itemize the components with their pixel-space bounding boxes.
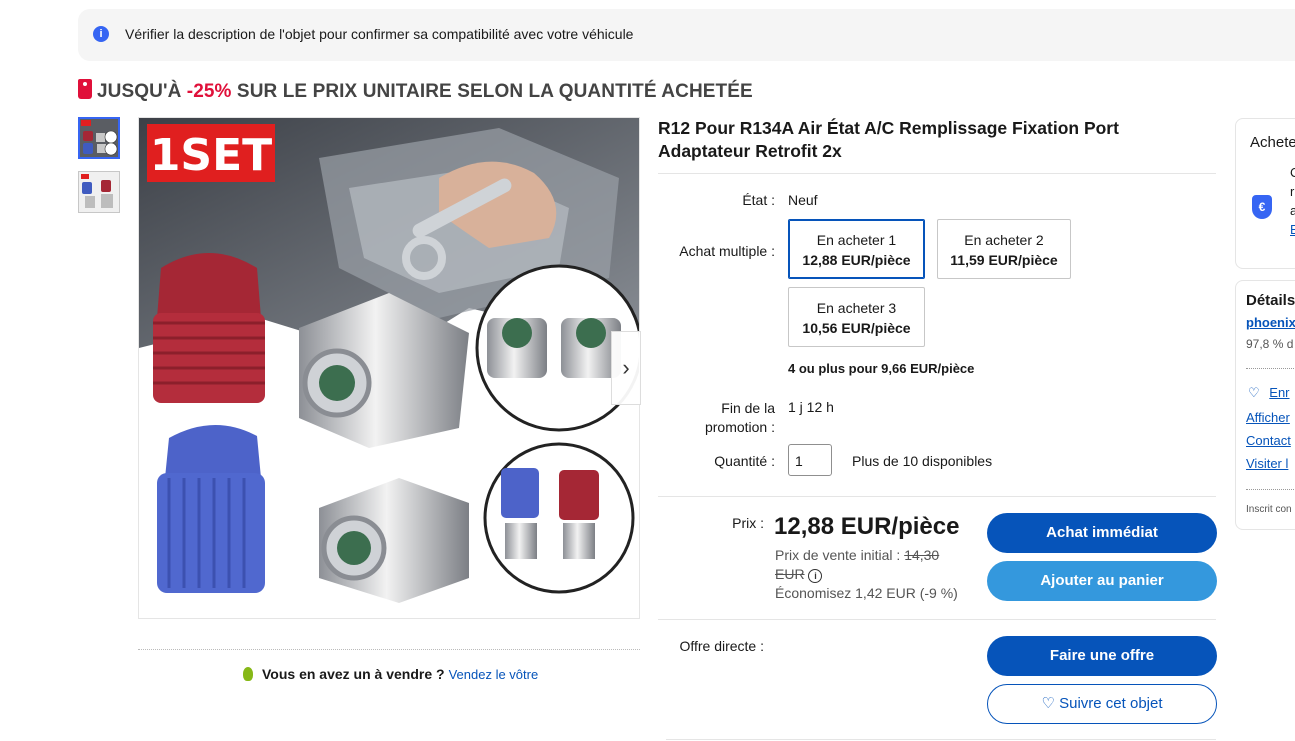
buyer-protection-line2: r <box>1290 184 1295 199</box>
visit-store-link[interactable]: Visiter l <box>1246 456 1288 471</box>
thumbnail-2[interactable] <box>78 171 120 213</box>
contact-seller-link[interactable]: Contact <box>1246 433 1291 448</box>
sell-question: Vous en avez un à vendre ? <box>262 666 445 682</box>
seller-name-link[interactable]: phoenix <box>1246 315 1295 330</box>
promo-suffix: SUR LE PRIX UNITAIRE SELON LA QUANTITÉ A… <box>231 81 753 102</box>
sell-prompt: Vous en avez un à vendre ? Vendez le vôtr… <box>243 666 538 682</box>
multibuy-option-3-qty: En acheter 3 <box>816 300 897 316</box>
initial-price-currency: EUR <box>775 566 805 582</box>
promo-headline: JUSQU'À -25% SUR LE PRIX UNITAIRE SELON … <box>78 79 753 103</box>
initial-price: Prix de vente initial : 14,30 EUR i <box>775 546 975 584</box>
buyer-protection-text: C r a E <box>1290 163 1295 239</box>
promo-end-value: 1 j 12 h <box>788 399 834 415</box>
chevron-right-icon: › <box>622 355 630 380</box>
buyer-protection-line1: C <box>1290 165 1295 180</box>
next-image-button[interactable]: › <box>611 331 641 405</box>
multibuy-option-1-qty: En acheter 1 <box>816 232 897 248</box>
promo-percent: -25% <box>186 81 232 102</box>
promo-end-label-line2: promotion : <box>704 419 775 435</box>
thumbnail-1-image <box>80 119 118 157</box>
seller-rating: 97,8 % d <box>1246 337 1294 351</box>
info-icon: i <box>93 26 109 42</box>
info-icon[interactable]: i <box>808 569 823 583</box>
quantity-input[interactable]: 1 <box>788 444 832 476</box>
promo-end-label: Fin de la promotion : <box>658 399 775 437</box>
buy-now-button[interactable]: Achat immédiat <box>987 513 1217 553</box>
price-value: 12,88 EUR/pièce <box>774 513 960 540</box>
make-offer-button[interactable]: Faire une offre <box>987 636 1217 676</box>
save-seller[interactable]: ♡ Enr <box>1248 385 1290 401</box>
compatibility-banner: i Vérifier la description de l'objet pou… <box>78 9 1295 61</box>
banner-text: Vérifier la description de l'objet pour … <box>125 26 634 42</box>
savings: Économisez 1,42 EUR (-9 %) <box>775 585 958 601</box>
multibuy-option-2-qty: En acheter 2 <box>964 232 1044 248</box>
save-seller-label: Enr <box>1269 385 1290 400</box>
member-since: Inscrit con <box>1246 504 1292 515</box>
multibuy-option-2-price: 11,59 EUR/pièce <box>950 252 1058 268</box>
watch-button[interactable]: ♡ Suivre cet objet <box>987 684 1217 724</box>
divider <box>658 496 1216 497</box>
divider <box>138 649 640 650</box>
multibuy-option-3[interactable]: En acheter 3 10,56 EUR/pièce <box>788 287 925 347</box>
price-label: Prix : <box>732 515 764 531</box>
initial-price-label: Prix de vente initial : <box>775 547 901 563</box>
multibuy-option-3-price: 10,56 EUR/pièce <box>802 320 911 336</box>
product-photo: 1SET <box>139 118 639 618</box>
main-product-image[interactable]: 1SET <box>138 117 640 619</box>
divider <box>1246 368 1295 369</box>
promo-end-label-line1: Fin de la <box>721 400 775 416</box>
add-to-cart-button[interactable]: Ajouter au panier <box>987 561 1217 601</box>
item-title: R12 Pour R134A Air État A/C Remplissage … <box>658 118 1119 161</box>
thumbnail-2-image <box>79 172 119 212</box>
buyer-protection-title: Achete <box>1250 134 1295 151</box>
multibuy-option-2[interactable]: En acheter 2 11,59 EUR/pièce <box>937 219 1071 279</box>
watch-button-label: Suivre cet objet <box>1059 695 1163 712</box>
promo-prefix: JUSQU'À <box>97 81 187 102</box>
best-offer-label: Offre directe : <box>679 638 764 654</box>
buyer-protection-line3: a <box>1290 203 1295 218</box>
condition-label: État : <box>742 192 775 208</box>
buyer-protection-link[interactable]: E <box>1290 220 1295 239</box>
buyer-protection-panel: Achete € C r a E <box>1235 118 1295 269</box>
multibuy-label: Achat multiple : <box>679 243 775 259</box>
sell-yours-link[interactable]: Vendez le vôtre <box>449 667 539 682</box>
divider <box>658 173 1216 174</box>
image-badge-text: 1SET <box>150 130 272 181</box>
divider <box>658 619 1216 620</box>
leaf-icon <box>243 667 253 681</box>
heart-icon: ♡ <box>1041 695 1055 712</box>
multibuy-option-1-price: 12,88 EUR/pièce <box>802 252 911 268</box>
price-tag-icon <box>78 79 92 99</box>
divider <box>1246 489 1295 490</box>
seller-details-title: Détails <box>1246 292 1295 309</box>
initial-price-value: 14,30 <box>904 547 940 563</box>
seller-details-panel: Détails phoenix 97,8 % d ♡ Enr Afficher … <box>1235 280 1295 530</box>
quantity-label: Quantité : <box>714 453 775 469</box>
thumbnail-1[interactable] <box>78 117 120 159</box>
euro-shield-icon: € <box>1252 195 1272 219</box>
multibuy-more: 4 ou plus pour 9,66 EUR/pièce <box>788 361 975 376</box>
divider <box>666 739 1216 740</box>
heart-icon: ♡ <box>1248 385 1260 400</box>
view-items-link[interactable]: Afficher <box>1246 410 1290 425</box>
quantity-available: Plus de 10 disponibles <box>852 453 993 469</box>
condition-value: Neuf <box>788 192 818 208</box>
multibuy-option-1[interactable]: En acheter 1 12,88 EUR/pièce <box>788 219 925 279</box>
